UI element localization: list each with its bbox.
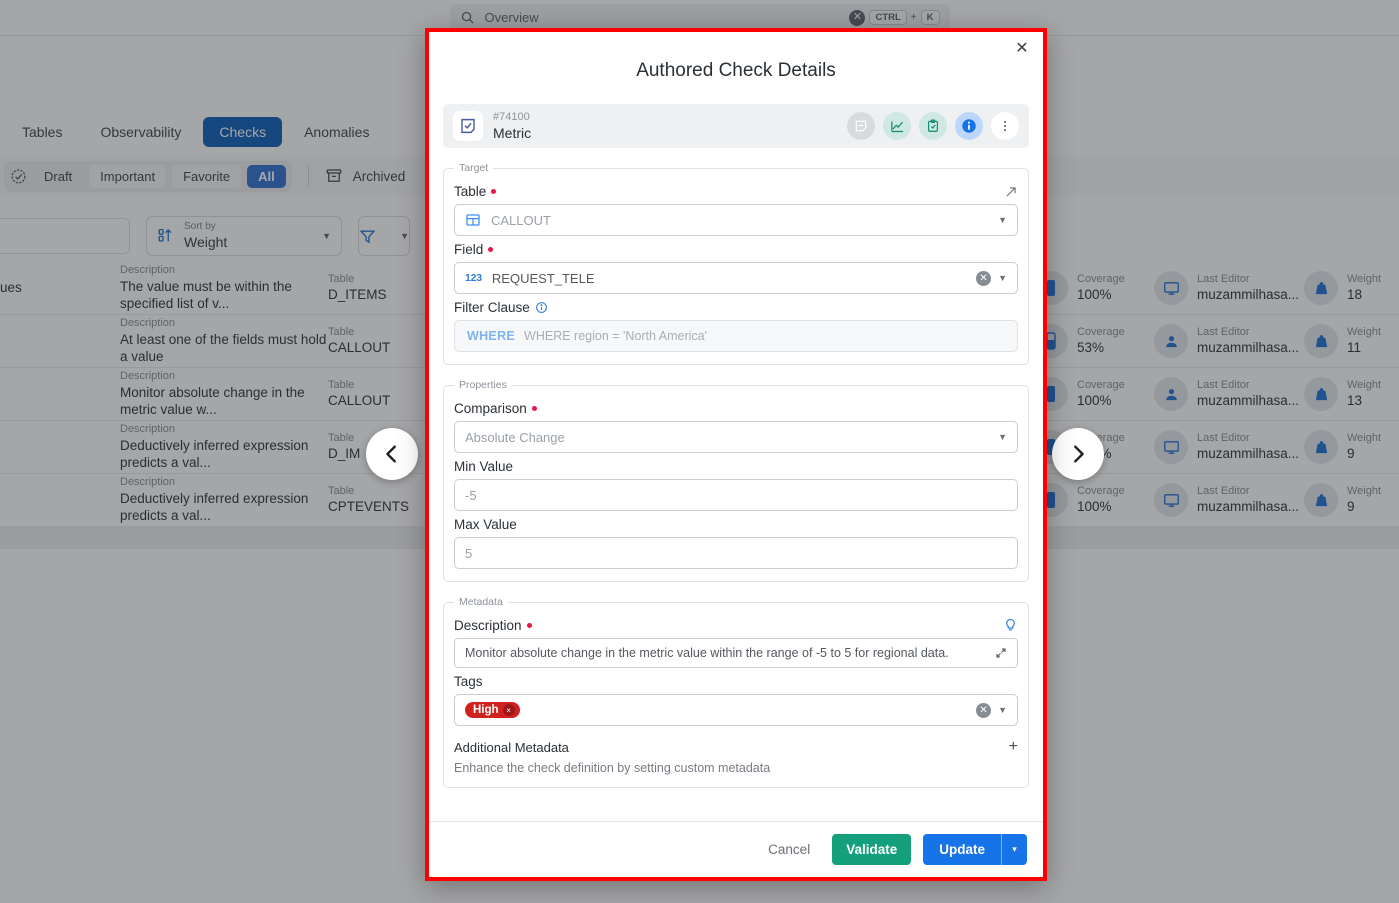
update-split-button: Update ▾	[923, 834, 1027, 865]
chevron-down-icon[interactable]: ▼	[998, 705, 1007, 715]
update-button[interactable]: Update	[923, 834, 1001, 865]
header-actions	[847, 112, 1019, 140]
comparison-value: Absolute Change	[465, 429, 565, 445]
tags-label-row: Tags	[454, 674, 1018, 689]
comparison-label-row: Comparison	[454, 401, 1018, 416]
info-circle-icon[interactable]	[535, 301, 548, 314]
required-dot-icon	[488, 247, 494, 252]
check-type: Metric	[493, 125, 532, 142]
table-select[interactable]: CALLOUT ▼	[454, 204, 1018, 236]
target-section: Target Table CALLOUT ▼ Field 123 REQUEST…	[443, 162, 1029, 365]
close-icon[interactable]: ✕	[1011, 38, 1033, 60]
table-field-label-row: Table	[454, 184, 1018, 199]
table-label: Table	[454, 184, 487, 199]
comparison-select[interactable]: Absolute Change ▼	[454, 421, 1018, 453]
additional-metadata-hint: Enhance the check definition by setting …	[454, 761, 771, 775]
field-label: Field	[454, 242, 484, 257]
trend-chart-icon[interactable]	[883, 112, 911, 140]
additional-metadata-label: Additional Metadata	[454, 739, 569, 755]
tags-select[interactable]: High × ✕ ▼	[454, 694, 1018, 726]
filter-clause-label-row: Filter Clause	[454, 300, 1018, 315]
chevron-down-icon[interactable]: ▼	[998, 432, 1007, 442]
required-dot-icon	[531, 406, 537, 411]
field-value: REQUEST_TELE	[491, 270, 595, 286]
filter-clause-label: Filter Clause	[454, 300, 530, 315]
comparison-label: Comparison	[454, 401, 527, 416]
additional-metadata-row: Additional Metadata +	[454, 739, 1018, 755]
description-input[interactable]: Monitor absolute change in the metric va…	[454, 638, 1018, 668]
previous-check-button[interactable]	[366, 428, 418, 480]
number-type-icon: 123	[465, 272, 482, 284]
metadata-legend: Metadata	[459, 596, 503, 608]
filter-clause-placeholder: WHERE region = 'North America'	[524, 329, 707, 343]
tags-label: Tags	[454, 674, 483, 689]
authored-check-details-modal: ✕ Authored Check Details #74100 Metric T…	[425, 28, 1047, 881]
open-table-icon[interactable]	[1004, 185, 1018, 199]
required-dot-icon	[526, 623, 532, 628]
field-select[interactable]: 123 REQUEST_TELE ✕ ▼	[454, 262, 1018, 294]
next-check-button[interactable]	[1052, 428, 1104, 480]
expand-icon[interactable]	[995, 647, 1007, 659]
info-icon[interactable]	[955, 112, 983, 140]
min-value-label: Min Value	[454, 459, 514, 474]
chevron-left-icon	[386, 445, 396, 463]
description-label-row: Description	[454, 618, 1018, 633]
table-value: CALLOUT	[491, 212, 551, 228]
required-dot-icon	[491, 189, 497, 194]
clear-tags-icon[interactable]: ✕	[976, 702, 992, 718]
remove-tag-icon[interactable]: ×	[502, 704, 515, 716]
min-value-label-row: Min Value	[454, 459, 1018, 474]
chevron-down-icon[interactable]: ▼	[998, 215, 1007, 225]
chevron-right-icon	[1074, 445, 1084, 463]
properties-legend: Properties	[459, 379, 507, 391]
max-value: 5	[465, 545, 473, 561]
max-value-input[interactable]: 5	[454, 537, 1018, 569]
modal-footer: Cancel Validate Update ▾	[429, 821, 1043, 877]
properties-section: Properties Comparison Absolute Change ▼ …	[443, 379, 1029, 582]
metadata-section: Metadata Description Monitor absolute ch…	[443, 596, 1029, 788]
min-value: -5	[465, 487, 477, 503]
min-value-input[interactable]: -5	[454, 479, 1018, 511]
filter-clause-input[interactable]: WHERE WHERE region = 'North America'	[454, 320, 1018, 352]
cancel-button[interactable]: Cancel	[758, 835, 820, 864]
description-label: Description	[454, 618, 522, 633]
validate-button[interactable]: Validate	[832, 834, 912, 865]
lightbulb-icon[interactable]	[1003, 618, 1018, 633]
add-metadata-icon[interactable]: +	[1009, 739, 1018, 755]
where-keyword: WHERE	[467, 329, 516, 343]
tag-label: High	[473, 704, 499, 716]
check-header: #74100 Metric	[443, 104, 1029, 148]
comment-icon[interactable]	[847, 112, 875, 140]
table-grid-icon	[465, 212, 481, 228]
max-value-label: Max Value	[454, 517, 517, 532]
clipboard-check-icon[interactable]	[919, 112, 947, 140]
check-id: #74100	[493, 110, 530, 123]
tag-chip[interactable]: High ×	[465, 702, 520, 718]
clear-field-icon[interactable]: ✕	[976, 270, 992, 286]
chevron-down-icon[interactable]: ▼	[998, 273, 1007, 283]
description-value: Monitor absolute change in the metric va…	[465, 646, 949, 660]
more-vertical-icon[interactable]	[991, 112, 1019, 140]
max-value-label-row: Max Value	[454, 517, 1018, 532]
update-options-icon[interactable]: ▾	[1001, 834, 1027, 865]
field-field-label-row: Field	[454, 242, 1018, 257]
page-title: Authored Check Details	[636, 60, 836, 81]
metric-check-icon	[453, 111, 483, 141]
target-legend: Target	[459, 162, 489, 174]
